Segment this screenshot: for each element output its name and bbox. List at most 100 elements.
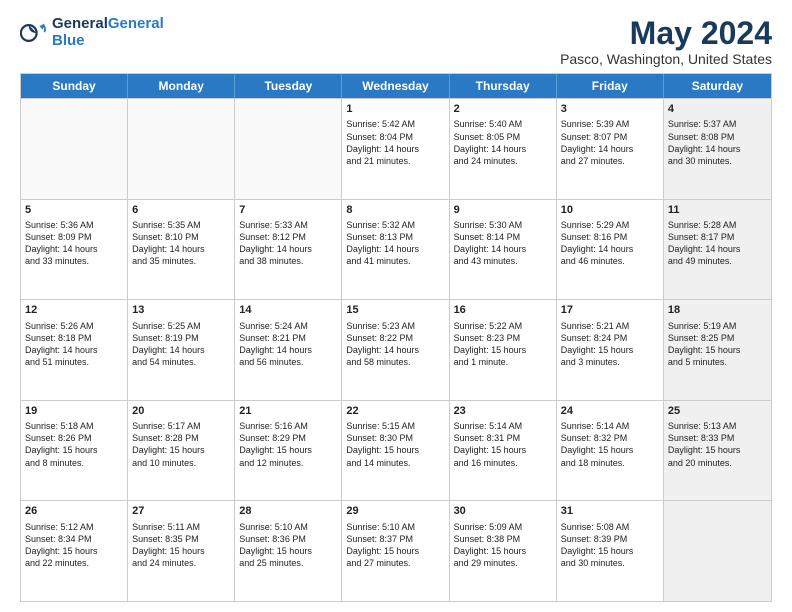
calendar-day-24: 24 Sunrise: 5:14 AM Sunset: 8:32 PM Dayli… (557, 401, 664, 501)
logo: GeneralGeneral Blue (20, 16, 164, 49)
logo-line2: General (108, 15, 164, 32)
day-number: 6 (132, 203, 230, 217)
calendar-day-26: 26Sunrise: 5:12 AM Sunset: 8:34 PM Dayli… (21, 501, 128, 601)
calendar-day-19: 19 Sunrise: 5:18 AM Sunset: 8:26 PM Dayli… (21, 401, 128, 501)
calendar-day-17: 17 Sunrise: 5:21 AM Sunset: 8:24 PM Dayli… (557, 300, 664, 400)
calendar-row-2: 12Sunrise: 5:26 AM Sunset: 8:18 PM Dayli… (21, 299, 771, 400)
calendar-row-4: 26Sunrise: 5:12 AM Sunset: 8:34 PM Dayli… (21, 500, 771, 601)
calendar-empty-cell (664, 501, 771, 601)
day-number: 19 (25, 404, 123, 418)
day-info: Sunrise: 5:33 AM Sunset: 8:12 PM Dayligh… (239, 219, 337, 268)
day-number: 17 (561, 303, 659, 317)
day-info: Sunrise: 5:09 AM Sunset: 8:38 PM Dayligh… (454, 521, 552, 570)
day-info: Sunrise: 5:24 AM Sunset: 8:21 PM Dayligh… (239, 320, 337, 369)
day-number: 10 (561, 203, 659, 217)
day-number: 11 (668, 203, 767, 217)
calendar-day-12: 12Sunrise: 5:26 AM Sunset: 8:18 PM Dayli… (21, 300, 128, 400)
calendar-day-27: 27Sunrise: 5:11 AM Sunset: 8:35 PM Dayli… (128, 501, 235, 601)
day-info: Sunrise: 5:35 AM Sunset: 8:10 PM Dayligh… (132, 219, 230, 268)
day-info: Sunrise: 5:13 AM Sunset: 8:33 PM Dayligh… (668, 420, 767, 469)
calendar-day-18: 18Sunrise: 5:19 AM Sunset: 8:25 PM Dayli… (664, 300, 771, 400)
day-number: 15 (346, 303, 444, 317)
weekday-header-thursday: Thursday (450, 74, 557, 98)
calendar-day-6: 6 Sunrise: 5:35 AM Sunset: 8:10 PM Daylig… (128, 200, 235, 300)
day-info: Sunrise: 5:29 AM Sunset: 8:16 PM Dayligh… (561, 219, 659, 268)
calendar-day-11: 11Sunrise: 5:28 AM Sunset: 8:17 PM Dayli… (664, 200, 771, 300)
day-info: Sunrise: 5:14 AM Sunset: 8:31 PM Dayligh… (454, 420, 552, 469)
calendar-day-4: 4 Sunrise: 5:37 AM Sunset: 8:08 PM Daylig… (664, 99, 771, 199)
calendar-day-20: 20 Sunrise: 5:17 AM Sunset: 8:28 PM Dayli… (128, 401, 235, 501)
day-number: 4 (668, 102, 767, 116)
day-number: 9 (454, 203, 552, 217)
day-number: 20 (132, 404, 230, 418)
calendar-day-16: 16 Sunrise: 5:22 AM Sunset: 8:23 PM Dayli… (450, 300, 557, 400)
weekday-header-saturday: Saturday (664, 74, 771, 98)
calendar-day-5: 5 Sunrise: 5:36 AM Sunset: 8:09 PM Daylig… (21, 200, 128, 300)
day-info: Sunrise: 5:15 AM Sunset: 8:30 PM Dayligh… (346, 420, 444, 469)
logo-line1: GeneralGeneral (52, 16, 164, 33)
calendar-day-22: 22 Sunrise: 5:15 AM Sunset: 8:30 PM Dayli… (342, 401, 449, 501)
calendar-header: SundayMondayTuesdayWednesdayThursdayFrid… (21, 74, 771, 98)
calendar-row-3: 19 Sunrise: 5:18 AM Sunset: 8:26 PM Dayli… (21, 400, 771, 501)
day-number: 8 (346, 203, 444, 217)
day-number: 29 (346, 504, 444, 518)
calendar-day-15: 15 Sunrise: 5:23 AM Sunset: 8:22 PM Dayli… (342, 300, 449, 400)
calendar-day-30: 30 Sunrise: 5:09 AM Sunset: 8:38 PM Dayli… (450, 501, 557, 601)
weekday-header-wednesday: Wednesday (342, 74, 449, 98)
day-info: Sunrise: 5:23 AM Sunset: 8:22 PM Dayligh… (346, 320, 444, 369)
day-number: 5 (25, 203, 123, 217)
calendar-day-31: 31 Sunrise: 5:08 AM Sunset: 8:39 PM Dayli… (557, 501, 664, 601)
day-info: Sunrise: 5:42 AM Sunset: 8:04 PM Dayligh… (346, 118, 444, 167)
day-info: Sunrise: 5:10 AM Sunset: 8:36 PM Dayligh… (239, 521, 337, 570)
day-info: Sunrise: 5:21 AM Sunset: 8:24 PM Dayligh… (561, 320, 659, 369)
day-number: 27 (132, 504, 230, 518)
day-number: 24 (561, 404, 659, 418)
day-info: Sunrise: 5:30 AM Sunset: 8:14 PM Dayligh… (454, 219, 552, 268)
day-number: 25 (668, 404, 767, 418)
page-title: May 2024 (560, 16, 772, 51)
day-info: Sunrise: 5:32 AM Sunset: 8:13 PM Dayligh… (346, 219, 444, 268)
day-number: 28 (239, 504, 337, 518)
day-number: 2 (454, 102, 552, 116)
day-number: 12 (25, 303, 123, 317)
calendar-row-1: 5 Sunrise: 5:36 AM Sunset: 8:09 PM Daylig… (21, 199, 771, 300)
day-number: 22 (346, 404, 444, 418)
day-info: Sunrise: 5:08 AM Sunset: 8:39 PM Dayligh… (561, 521, 659, 570)
day-number: 7 (239, 203, 337, 217)
calendar-day-7: 7 Sunrise: 5:33 AM Sunset: 8:12 PM Daylig… (235, 200, 342, 300)
calendar-empty-cell (235, 99, 342, 199)
calendar-day-23: 23Sunrise: 5:14 AM Sunset: 8:31 PM Dayli… (450, 401, 557, 501)
day-number: 1 (346, 102, 444, 116)
calendar: SundayMondayTuesdayWednesdayThursdayFrid… (20, 73, 772, 602)
calendar-body: 1 Sunrise: 5:42 AM Sunset: 8:04 PM Daylig… (21, 98, 771, 601)
calendar-day-2: 2 Sunrise: 5:40 AM Sunset: 8:05 PM Daylig… (450, 99, 557, 199)
day-number: 16 (454, 303, 552, 317)
logo-blue: Blue (52, 33, 164, 50)
day-info: Sunrise: 5:37 AM Sunset: 8:08 PM Dayligh… (668, 118, 767, 167)
weekday-header-friday: Friday (557, 74, 664, 98)
calendar-day-10: 10 Sunrise: 5:29 AM Sunset: 8:16 PM Dayli… (557, 200, 664, 300)
day-info: Sunrise: 5:17 AM Sunset: 8:28 PM Dayligh… (132, 420, 230, 469)
day-info: Sunrise: 5:18 AM Sunset: 8:26 PM Dayligh… (25, 420, 123, 469)
calendar-day-8: 8 Sunrise: 5:32 AM Sunset: 8:13 PM Daylig… (342, 200, 449, 300)
day-info: Sunrise: 5:14 AM Sunset: 8:32 PM Dayligh… (561, 420, 659, 469)
day-number: 13 (132, 303, 230, 317)
calendar-day-29: 29Sunrise: 5:10 AM Sunset: 8:37 PM Dayli… (342, 501, 449, 601)
day-info: Sunrise: 5:36 AM Sunset: 8:09 PM Dayligh… (25, 219, 123, 268)
page-subtitle: Pasco, Washington, United States (560, 51, 772, 67)
calendar-day-9: 9 Sunrise: 5:30 AM Sunset: 8:14 PM Daylig… (450, 200, 557, 300)
day-number: 3 (561, 102, 659, 116)
day-number: 21 (239, 404, 337, 418)
day-info: Sunrise: 5:40 AM Sunset: 8:05 PM Dayligh… (454, 118, 552, 167)
weekday-header-monday: Monday (128, 74, 235, 98)
day-number: 31 (561, 504, 659, 518)
calendar-row-0: 1 Sunrise: 5:42 AM Sunset: 8:04 PM Daylig… (21, 98, 771, 199)
day-info: Sunrise: 5:22 AM Sunset: 8:23 PM Dayligh… (454, 320, 552, 369)
day-number: 14 (239, 303, 337, 317)
day-info: Sunrise: 5:16 AM Sunset: 8:29 PM Dayligh… (239, 420, 337, 469)
day-info: Sunrise: 5:12 AM Sunset: 8:34 PM Dayligh… (25, 521, 123, 570)
calendar-day-28: 28 Sunrise: 5:10 AM Sunset: 8:36 PM Dayli… (235, 501, 342, 601)
calendar-day-14: 14 Sunrise: 5:24 AM Sunset: 8:21 PM Dayli… (235, 300, 342, 400)
day-number: 30 (454, 504, 552, 518)
calendar-empty-cell (21, 99, 128, 199)
